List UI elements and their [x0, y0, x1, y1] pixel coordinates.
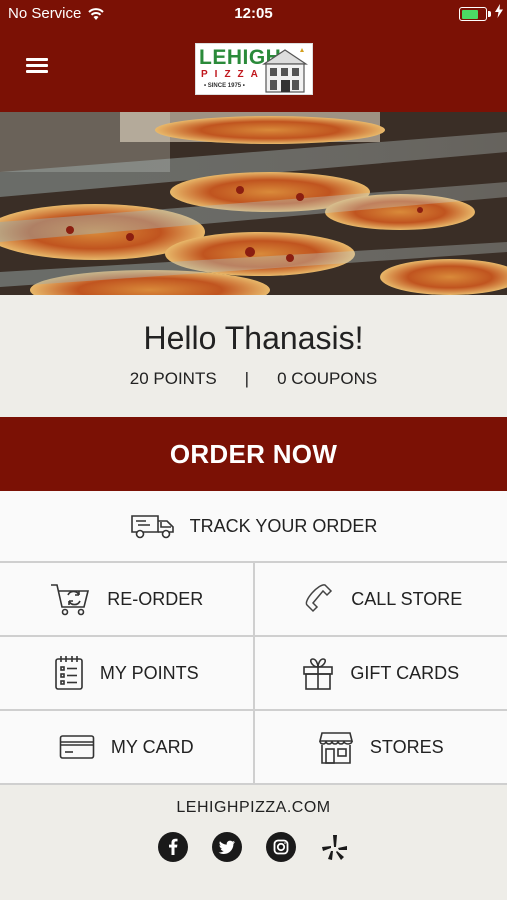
- instagram-icon[interactable]: [265, 832, 296, 862]
- menu-row: MY CARD STORES: [0, 711, 507, 785]
- lehigh-pizza-logo: LEHIGH PIZZA • SINCE 1975 •: [195, 43, 313, 95]
- menu-row: MY POINTS GIFT CARDS: [0, 637, 507, 711]
- coupons-count: 0 COUPONS: [277, 369, 378, 388]
- call-store-button[interactable]: CALL STORE: [254, 563, 507, 635]
- menu-line: [26, 64, 48, 67]
- my-card-button[interactable]: MY CARD: [0, 711, 255, 783]
- battery-fill: [461, 9, 478, 19]
- website-link[interactable]: LEHIGHPIZZA.COM: [0, 799, 507, 817]
- stores-label: STORES: [369, 736, 444, 757]
- hamburger-menu-button[interactable]: [26, 58, 48, 76]
- footer: LEHIGHPIZZA.COM: [0, 786, 507, 900]
- track-order-button[interactable]: TRACK YOUR ORDER: [0, 491, 507, 563]
- order-now-label: ORDER NOW: [169, 438, 338, 469]
- cart-refresh-icon: [51, 584, 90, 616]
- pizza-shelves-illustration: [0, 112, 507, 295]
- track-order-label: TRACK YOUR ORDER: [189, 515, 378, 536]
- yelp-icon[interactable]: [320, 832, 350, 862]
- nav-bar: LEHIGH PIZZA • SINCE 1975 •: [0, 28, 507, 112]
- logo-since: • SINCE 1975 •: [204, 83, 245, 89]
- my-card-label: MY CARD: [110, 736, 194, 757]
- points-count: 20 POINTS: [129, 369, 217, 388]
- menu-line: [26, 70, 48, 73]
- menu-row: RE-ORDER CALL STORE: [0, 563, 507, 637]
- greeting-title: Hello Thanasis!: [143, 320, 364, 356]
- social-links: [0, 832, 507, 862]
- delivery-truck-icon: [130, 515, 174, 539]
- stores-button[interactable]: STORES: [254, 711, 507, 783]
- pizza-display-hero-image: [0, 112, 507, 295]
- phone-icon: [305, 584, 333, 613]
- stats-separator: |: [244, 369, 250, 388]
- order-now-button[interactable]: ORDER NOW: [0, 417, 507, 491]
- call-store-label: CALL STORE: [351, 588, 463, 609]
- notepad-icon: [55, 656, 83, 690]
- facebook-icon[interactable]: [157, 832, 188, 862]
- charging-icon: [495, 4, 503, 18]
- my-points-button[interactable]: MY POINTS: [0, 637, 255, 709]
- battery-tip: [488, 11, 491, 17]
- menu-line: [26, 58, 48, 61]
- gift-cards-button[interactable]: GIFT CARDS: [254, 637, 507, 709]
- menu-grid: RE-ORDER CALL STORE MY POINTS GIFT CARDS…: [0, 563, 507, 785]
- storefront-building-illustration: [262, 48, 308, 93]
- gift-cards-label: GIFT CARDS: [350, 662, 460, 683]
- gift-icon: [303, 658, 334, 690]
- reorder-label: RE-ORDER: [107, 588, 204, 609]
- storefront-icon: [318, 732, 353, 764]
- battery-icon: [459, 7, 487, 21]
- status-bar: No Service 12:05: [0, 0, 507, 28]
- rewards-summary: 20 POINTS | 0 COUPONS: [0, 369, 507, 389]
- reorder-button[interactable]: RE-ORDER: [0, 563, 255, 635]
- greeting-section: Hello Thanasis! 20 POINTS | 0 COUPONS: [0, 295, 507, 417]
- twitter-icon[interactable]: [211, 832, 242, 862]
- logo-tagline: PIZZA: [201, 69, 265, 80]
- credit-card-icon: [59, 735, 95, 759]
- my-points-label: MY POINTS: [99, 662, 199, 683]
- clock: 12:05: [234, 5, 273, 22]
